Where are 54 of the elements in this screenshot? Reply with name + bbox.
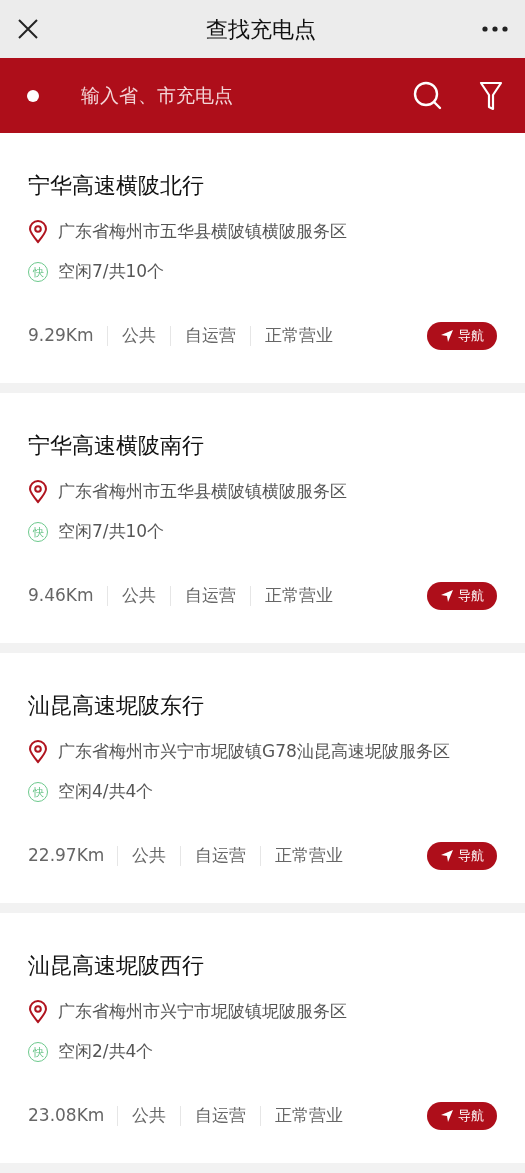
station-address: 广东省梅州市五华县横陂镇横陂服务区	[58, 480, 347, 504]
distance-text: 9.46Km	[28, 584, 95, 608]
search-button[interactable]	[413, 80, 443, 111]
page-title: 查找充电点	[205, 15, 316, 44]
more-icon	[482, 26, 508, 32]
search-field[interactable]: 输入省、市充电点	[81, 81, 413, 110]
location-pin-icon	[28, 220, 48, 244]
station-address: 广东省梅州市兴宁市坭陂镇G78汕昆高速坭陂服务区	[58, 740, 450, 764]
navigation-arrow-icon	[440, 329, 454, 343]
tag-text: 公共	[120, 584, 157, 608]
tag-text: 自运营	[194, 1104, 248, 1128]
filter-button[interactable]	[479, 80, 503, 111]
station-name: 宁华高速横陂北行	[28, 172, 205, 200]
availability-text: 空闲7/共10个	[58, 520, 165, 544]
tag-text: 公共	[131, 844, 168, 868]
navigate-button[interactable]: 导航	[427, 842, 497, 870]
availability-text: 空闲7/共10个	[58, 260, 165, 284]
location-pin-icon	[28, 1000, 48, 1024]
search-icon	[413, 80, 443, 111]
location-pin-icon	[28, 740, 48, 764]
navigate-button[interactable]: 导航	[427, 1102, 497, 1130]
navigation-arrow-icon	[440, 849, 454, 863]
station-address: 广东省梅州市五华县横陂镇横陂服务区	[58, 220, 347, 244]
tag-text: 正常营业	[274, 1104, 345, 1128]
distance-text: 23.08Km	[28, 1104, 106, 1128]
station-card[interactable]: 汕昆高速坭陂西行 广东省梅州市兴宁市坭陂镇坭陂服务区 快 空闲2/共4个 23.08Km 公共 自运营 正常营业 导航	[0, 913, 525, 1163]
availability-text: 空闲2/共4个	[58, 1040, 154, 1064]
tag-text: 正常营业	[263, 324, 334, 348]
close-button[interactable]	[16, 17, 40, 41]
station-name: 汕昆高速坭陂东行	[28, 692, 205, 720]
filter-icon	[479, 80, 503, 111]
distance-text: 22.97Km	[28, 844, 106, 868]
location-pin-icon	[28, 480, 48, 504]
tag-text: 自运营	[194, 844, 248, 868]
navigation-arrow-icon	[440, 589, 454, 603]
station-card[interactable]: 汕昆高速坭陂东行 广东省梅州市兴宁市坭陂镇G78汕昆高速坭陂服务区 快 空闲4/共4个 22.97Km 公共 自运营 正常营业 导航	[0, 653, 525, 903]
availability-text: 空闲4/共4个	[58, 780, 154, 804]
station-card[interactable]: 宁华高速横陂南行 广东省梅州市五华县横陂镇横陂服务区 快 空闲7/共10个 9.46Km 公共 自运营 正常营业 导航	[0, 393, 525, 643]
dot-icon	[27, 89, 39, 102]
station-name: 汕昆高速坭陂西行	[28, 952, 205, 980]
station-name: 宁华高速横陂南行	[28, 432, 205, 460]
station-card[interactable]: 宁华高速横陂北行 广东省梅州市五华县横陂镇横陂服务区 快 空闲7/共10个 9.29Km 公共 自运营 正常营业 导航	[0, 133, 525, 383]
distance-text: 9.29Km	[28, 324, 95, 348]
tag-text: 正常营业	[274, 844, 345, 868]
tag-text: 自运营	[183, 324, 237, 348]
close-icon	[17, 18, 39, 40]
navigation-arrow-icon	[440, 1109, 454, 1123]
tag-text: 正常营业	[263, 584, 334, 608]
navigate-button[interactable]: 导航	[427, 322, 497, 350]
tag-text: 自运营	[183, 584, 237, 608]
navigate-button[interactable]: 导航	[427, 582, 497, 610]
tag-text: 公共	[131, 1104, 168, 1128]
tag-text: 公共	[120, 324, 157, 348]
station-address: 广东省梅州市兴宁市坭陂镇坭陂服务区	[58, 1000, 347, 1024]
